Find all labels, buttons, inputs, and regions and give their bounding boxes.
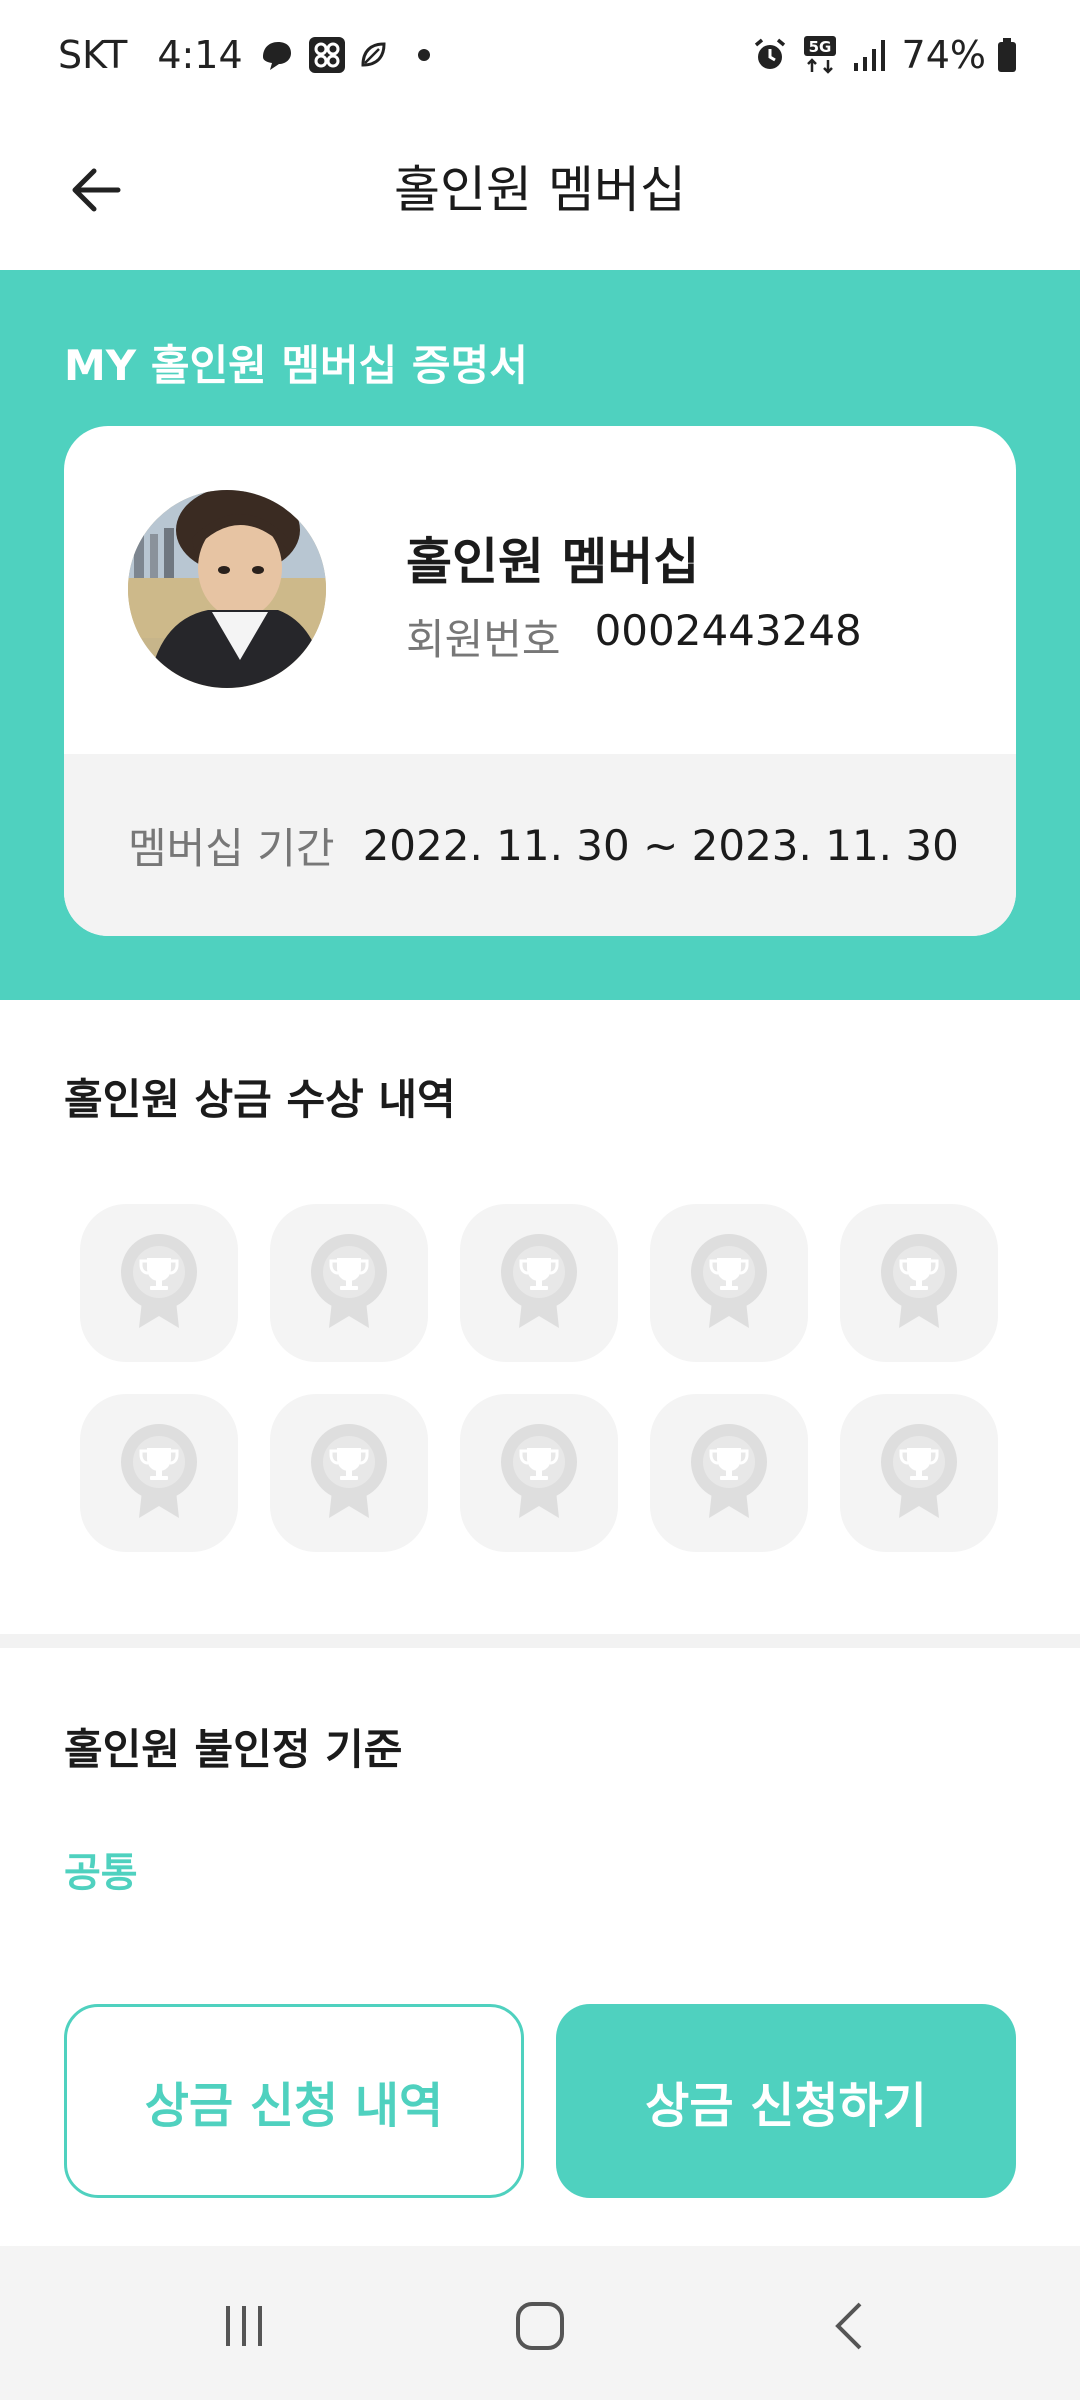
trophy-badge-icon bbox=[121, 1234, 197, 1328]
network-type-label: 5G bbox=[808, 38, 831, 56]
prize-history-button[interactable]: 상금 신청 내역 bbox=[64, 2004, 524, 2198]
trophy-badge-icon bbox=[311, 1424, 387, 1518]
app-icon bbox=[307, 35, 347, 75]
clock: 4:14 bbox=[157, 33, 243, 77]
trophy-badge-icon bbox=[311, 1234, 387, 1328]
signal-icon bbox=[852, 37, 888, 73]
member-number-label: 회원번호 bbox=[406, 615, 561, 664]
award-grid bbox=[80, 1204, 1002, 1552]
trophy-badge-icon bbox=[881, 1424, 957, 1518]
criteria-tab-common[interactable]: 공통 bbox=[64, 1840, 138, 1898]
system-nav-bar bbox=[0, 2246, 1080, 2400]
home-icon bbox=[516, 2302, 564, 2350]
award-tile[interactable] bbox=[460, 1204, 618, 1362]
trophy-badge-icon bbox=[501, 1234, 577, 1328]
battery-level: 74% bbox=[901, 33, 986, 77]
recent-apps-icon bbox=[226, 2306, 262, 2346]
membership-period-label: 멤버십 기간 bbox=[128, 823, 335, 873]
dot-icon bbox=[417, 48, 431, 62]
app-header: 홀인원 멤버십 bbox=[0, 110, 1080, 270]
award-tile[interactable] bbox=[270, 1394, 428, 1552]
status-left: SKT 4:14 bbox=[58, 30, 441, 80]
avatar bbox=[128, 490, 326, 688]
trophy-badge-icon bbox=[501, 1424, 577, 1518]
system-back-button[interactable] bbox=[810, 2286, 890, 2366]
section-divider bbox=[0, 1634, 1080, 1648]
apply-prize-button[interactable]: 상금 신청하기 bbox=[556, 2004, 1016, 2198]
battery-icon bbox=[996, 37, 1018, 73]
award-tile[interactable] bbox=[80, 1394, 238, 1552]
recent-apps-button[interactable] bbox=[204, 2286, 284, 2366]
award-tile[interactable] bbox=[840, 1204, 998, 1362]
leaf-icon bbox=[357, 39, 389, 71]
membership-period-value: 2022. 11. 30 ~ 2023. 11. 30 bbox=[362, 820, 959, 870]
trophy-badge-icon bbox=[691, 1234, 767, 1328]
member-number-value: 0002443248 bbox=[594, 606, 862, 655]
award-tile[interactable] bbox=[650, 1204, 808, 1362]
page-title: 홀인원 멤버십 bbox=[394, 161, 686, 219]
membership-period-row: 멤버십 기간 2022. 11. 30 ~ 2023. 11. 30 bbox=[64, 754, 1016, 936]
criteria-section-title: 홀인원 불인정 기준 bbox=[64, 1725, 403, 1774]
trophy-badge-icon bbox=[881, 1234, 957, 1328]
award-tile[interactable] bbox=[270, 1204, 428, 1362]
carrier-label: SKT bbox=[58, 33, 128, 77]
membership-name: 홀인원 멤버십 bbox=[406, 533, 700, 591]
award-tile[interactable] bbox=[80, 1204, 238, 1362]
trophy-badge-icon bbox=[121, 1424, 197, 1518]
alarm-icon bbox=[752, 37, 788, 73]
home-button[interactable] bbox=[500, 2286, 580, 2366]
award-tile[interactable] bbox=[650, 1394, 808, 1552]
status-right: 5G 74% bbox=[752, 30, 1032, 80]
back-icon bbox=[835, 2302, 862, 2350]
award-tile[interactable] bbox=[840, 1394, 998, 1552]
awards-section-title: 홀인원 상금 수상 내역 bbox=[64, 1075, 456, 1124]
status-bar: SKT 4:14 5G 74% bbox=[0, 0, 1080, 110]
membership-banner: MY 홀인원 멤버십 증명서 홀인원 멤버십 회원번호 0002443248 멤… bbox=[0, 270, 1080, 1000]
trophy-badge-icon bbox=[691, 1424, 767, 1518]
5g-icon: 5G bbox=[802, 35, 838, 75]
member-number-row: 회원번호 0002443248 bbox=[406, 606, 862, 667]
membership-section-title: MY 홀인원 멤버십 증명서 bbox=[64, 341, 528, 390]
award-tile[interactable] bbox=[460, 1394, 618, 1552]
thread-icon bbox=[257, 35, 297, 75]
membership-card: 홀인원 멤버십 회원번호 0002443248 멤버십 기간 2022. 11.… bbox=[64, 426, 1016, 936]
